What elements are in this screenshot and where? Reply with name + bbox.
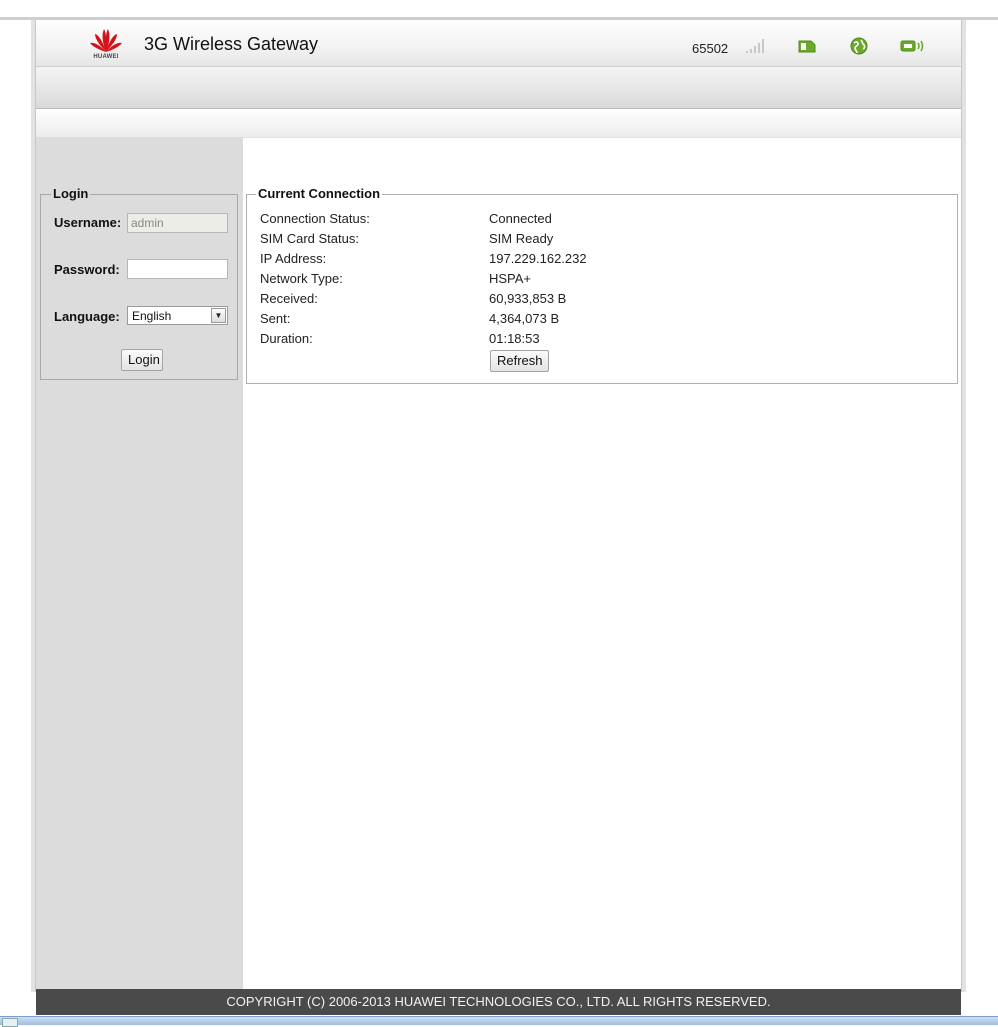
operator-code: 65502 xyxy=(692,41,729,56)
copyright-footer: COPYRIGHT (C) 2006-2013 HUAWEI TECHNOLOG… xyxy=(36,989,961,1015)
row-value: 01:18:53 xyxy=(489,331,540,346)
row-label: SIM Card Status: xyxy=(260,231,359,246)
row-label: Duration: xyxy=(260,331,313,346)
connection-legend: Current Connection xyxy=(256,186,383,201)
row-label: Connection Status: xyxy=(260,211,370,226)
language-label: Language: xyxy=(54,309,120,324)
refresh-button[interactable]: Refresh xyxy=(490,350,549,372)
submenu-bar xyxy=(36,109,961,138)
username-label: Username: xyxy=(54,215,122,230)
wifi-icon xyxy=(900,40,924,52)
internet-globe-icon xyxy=(850,37,868,55)
menu-bar xyxy=(36,67,961,109)
row-value: SIM Ready xyxy=(489,231,554,246)
password-field[interactable] xyxy=(127,259,228,279)
row-label: Network Type: xyxy=(260,271,343,286)
page-frame-right xyxy=(961,20,966,992)
login-legend: Login xyxy=(51,186,91,201)
current-connection-panel: Current Connection Connection Status: Co… xyxy=(246,186,958,384)
login-panel: Login Username: Password: Language: Engl… xyxy=(40,186,238,380)
signal-strength-icon xyxy=(746,39,764,53)
logo-text: HUAWEI xyxy=(93,54,119,60)
taskbar-button[interactable] xyxy=(2,1018,18,1027)
huawei-logo-icon xyxy=(90,29,122,52)
language-select[interactable]: English ▼ xyxy=(127,306,228,325)
password-label: Password: xyxy=(54,262,120,277)
gateway-page: HUAWEI 3G Wireless Gateway 65502 Login U… xyxy=(36,20,961,1018)
page-title: 3G Wireless Gateway xyxy=(144,34,319,54)
row-value: Connected xyxy=(489,211,552,226)
row-value: 60,933,853 B xyxy=(489,291,567,306)
login-button[interactable]: Login xyxy=(121,349,163,371)
huawei-logo: HUAWEI xyxy=(88,26,124,62)
dropdown-arrow-icon[interactable]: ▼ xyxy=(211,308,226,323)
username-field[interactable] xyxy=(127,213,228,233)
row-value: 197.229.162.232 xyxy=(489,251,587,266)
row-value: 4,364,073 B xyxy=(489,311,560,326)
sim-card-icon xyxy=(798,40,816,53)
language-select-value: English xyxy=(132,309,172,323)
row-label: IP Address: xyxy=(260,251,327,266)
sidebar: Login Username: Password: Language: Engl… xyxy=(36,137,243,989)
row-label: Received: xyxy=(260,291,318,306)
row-value: HSPA+ xyxy=(489,271,532,286)
header-bar: HUAWEI 3G Wireless Gateway 65502 xyxy=(36,20,961,67)
row-label: Sent: xyxy=(260,311,291,326)
